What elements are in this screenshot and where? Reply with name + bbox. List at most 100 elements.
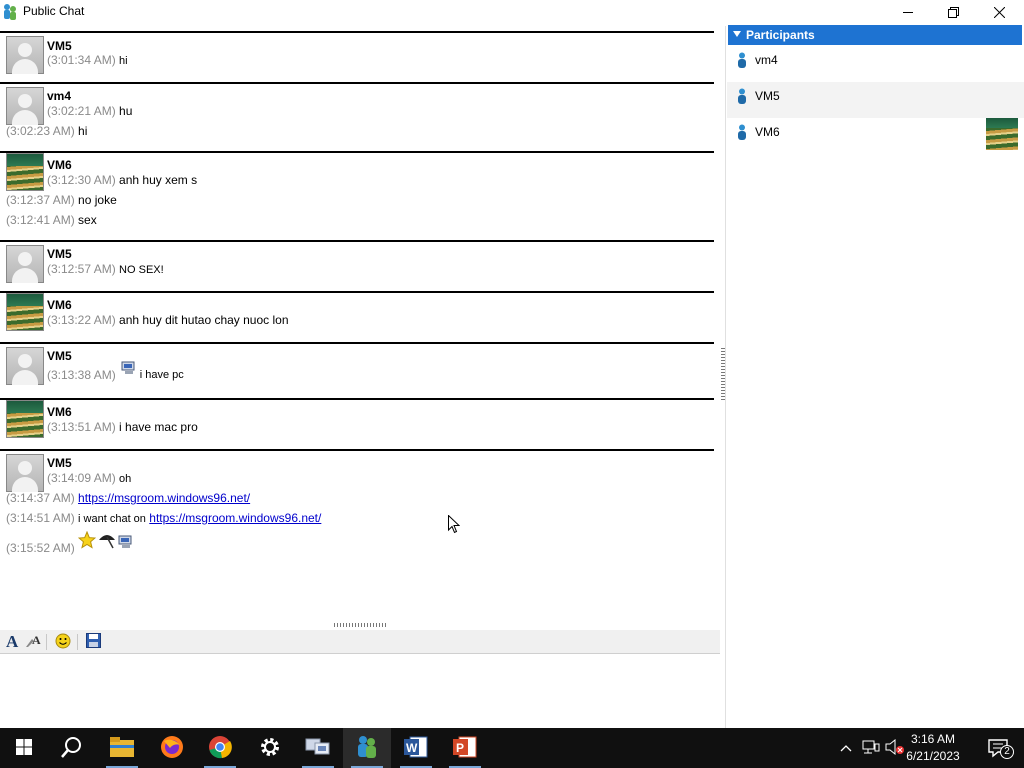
message-link[interactable]: https://msgroom.windows96.net/ <box>78 491 250 505</box>
message-line: (3:02:21 AM) hu <box>47 104 132 118</box>
participant-name: VM6 <box>755 125 780 139</box>
timestamp: (3:02:21 AM) <box>47 104 116 118</box>
restore-icon <box>947 6 959 18</box>
toolbar-separator <box>77 634 78 650</box>
timestamp: (3:12:37 AM) <box>6 193 75 207</box>
horizontal-splitter[interactable] <box>334 623 388 627</box>
participant-avatar <box>986 118 1018 150</box>
taskbar-firefox[interactable] <box>148 728 196 768</box>
message-group: VM6 (3:12:30 AM) anh huy xem s (3:12:37 … <box>0 151 714 240</box>
taskbar-settings[interactable] <box>246 728 294 768</box>
message-group: VM5 (3:14:09 AM) oh (3:14:37 AM) https:/… <box>0 449 714 559</box>
taskbar-clock[interactable]: 3:16 AM 6/21/2023 <box>898 731 968 765</box>
timestamp: (3:13:22 AM) <box>47 313 116 327</box>
sender-name: VM6 <box>47 298 72 312</box>
message-text: hi <box>119 55 128 67</box>
taskbar-file-explorer[interactable] <box>98 728 146 768</box>
font-color-button[interactable]: A <box>24 633 44 651</box>
taskbar-chat-app[interactable] <box>343 728 391 768</box>
window-title: Public Chat <box>23 4 85 18</box>
participant-name: vm4 <box>755 53 778 67</box>
show-hidden-icons-button[interactable] <box>836 728 856 768</box>
message-text: hu <box>119 104 133 118</box>
participants-header[interactable]: Participants <box>728 25 1022 45</box>
formatting-toolbar: A A <box>0 630 720 654</box>
umbrella-emoticon <box>97 531 117 552</box>
message-text: hi <box>78 124 88 138</box>
action-center-button[interactable]: 2 <box>988 738 1014 761</box>
message-group: vm4 (3:02:21 AM) hu (3:02:23 AM) hi <box>0 82 714 151</box>
chat-app-icon <box>3 3 17 21</box>
network-tray-button[interactable] <box>860 728 882 768</box>
user-avatar <box>6 400 44 438</box>
splitter-grip[interactable] <box>721 348 725 402</box>
svg-text:A: A <box>6 633 19 649</box>
collapse-triangle-icon <box>733 31 741 37</box>
message-text: sex <box>78 213 97 227</box>
taskbar-chrome[interactable] <box>196 728 244 768</box>
message-group: VM5 (3:12:57 AM) NO SEX! <box>0 240 714 291</box>
message-text: i have pc <box>139 368 184 381</box>
file-explorer-icon <box>110 736 134 760</box>
emoticon-button[interactable] <box>53 633 73 651</box>
start-button[interactable] <box>0 728 48 768</box>
chat-transcript[interactable]: VM5 (3:01:34 AM) hi vm4 (3:02:21 AM) hu … <box>0 26 720 622</box>
sender-name: vm4 <box>47 89 72 103</box>
clock-date: 6/21/2023 <box>906 749 960 763</box>
participants-title: Participants <box>746 28 815 42</box>
restore-button[interactable] <box>930 0 976 24</box>
user-avatar <box>6 87 44 125</box>
timestamp: (3:14:51 AM) <box>6 511 75 525</box>
participant-item[interactable]: VM5 <box>727 82 1024 118</box>
taskbar-word[interactable]: W <box>392 728 440 768</box>
user-avatar <box>6 36 44 74</box>
message-link[interactable]: https://msgroom.windows96.net/ <box>149 511 321 525</box>
taskbar: W P 3:16 AM 6/21/2023 2 <box>0 728 1024 768</box>
user-status-icon <box>737 88 747 107</box>
toolbar-separator <box>46 634 47 650</box>
message-line: (3:14:09 AM) oh <box>47 471 131 485</box>
message-line: (3:14:51 AM) i want chat on https://msgr… <box>6 511 321 525</box>
message-line: (3:14:37 AM) https://msgroom.windows96.n… <box>6 491 250 505</box>
timestamp: (3:13:51 AM) <box>47 420 116 434</box>
user-avatar <box>6 245 44 283</box>
title-bar: Public Chat <box>0 0 1024 24</box>
message-line: (3:13:22 AM) anh huy dit hutao chay nuoc… <box>47 313 289 327</box>
font-color-icon: A <box>25 633 43 652</box>
powerpoint-icon: P <box>453 736 477 761</box>
search-button[interactable] <box>48 728 96 768</box>
chrome-icon <box>208 735 232 762</box>
timestamp: (3:14:09 AM) <box>47 471 116 485</box>
message-input[interactable] <box>0 655 720 728</box>
sender-name: VM5 <box>47 39 72 53</box>
font-button[interactable]: A <box>3 632 23 651</box>
message-group: VM5 (3:01:34 AM) hi <box>0 31 714 82</box>
message-line: (3:12:57 AM) NO SEX! <box>47 262 164 276</box>
message-text: anh huy xem s <box>119 173 198 187</box>
firefox-icon <box>160 735 184 762</box>
message-text: oh <box>119 473 132 485</box>
message-line: (3:12:41 AM) sex <box>6 213 97 227</box>
close-button[interactable] <box>976 0 1022 24</box>
sender-name: VM6 <box>47 405 72 419</box>
timestamp: (3:02:23 AM) <box>6 124 75 138</box>
save-button[interactable] <box>83 633 103 651</box>
message-text: i have mac pro <box>119 420 198 434</box>
message-group: VM6 (3:13:51 AM) i have mac pro <box>0 398 714 449</box>
search-icon <box>61 736 83 761</box>
timestamp: (3:12:57 AM) <box>47 262 116 276</box>
participant-item[interactable]: vm4 <box>727 46 1024 82</box>
taskbar-powerpoint[interactable]: P <box>441 728 489 768</box>
timestamp: (3:15:52 AM) <box>6 541 75 555</box>
sender-name: VM6 <box>47 158 72 172</box>
participant-item[interactable]: VM6 <box>727 118 1024 154</box>
computer-emoticon <box>118 535 134 552</box>
chat-app-icon <box>355 735 379 762</box>
close-icon <box>993 6 1005 18</box>
sender-name: VM5 <box>47 349 72 363</box>
windows-start-icon <box>16 738 32 758</box>
minimize-button[interactable] <box>885 0 931 24</box>
participants-panel: Participants vm4 VM5 VM6 <box>727 24 1024 728</box>
taskbar-network-app[interactable] <box>294 728 342 768</box>
message-line: (3:13:51 AM) i have mac pro <box>47 420 198 434</box>
